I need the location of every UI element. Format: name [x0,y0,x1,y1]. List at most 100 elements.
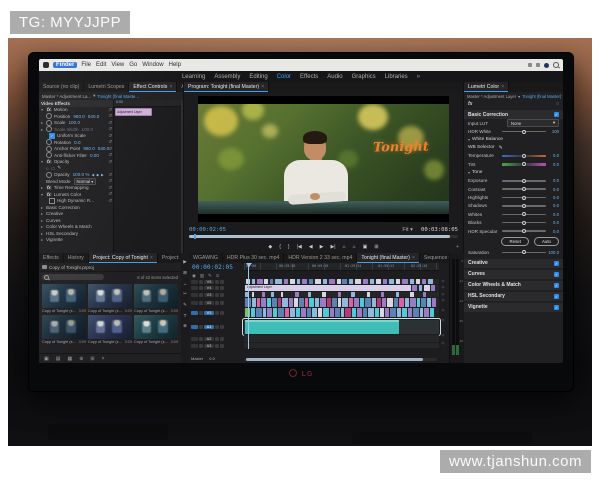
effect-controls-tab[interactable]: Source (no clip) [39,82,84,92]
property-value[interactable]: 0.0 [74,140,80,145]
stopwatch-icon[interactable] [46,146,52,152]
section-checkbox[interactable]: ✓ [554,272,559,277]
project-toolbar-icon[interactable]: ⊞ [90,356,94,362]
lock-icon[interactable] [199,301,203,305]
track-visibility-icon[interactable] [215,286,219,290]
timeline-clip[interactable] [281,292,283,297]
source-patch[interactable] [191,325,198,329]
slider-knob[interactable] [522,196,526,200]
timeline-clip[interactable] [301,308,307,317]
slider-knob[interactable] [522,250,526,254]
sync-lock-icon[interactable] [220,301,224,305]
stopwatch-icon[interactable] [46,152,52,158]
section-checkbox[interactable]: ✓ [554,112,559,117]
track-visibility-icon[interactable] [215,311,219,315]
timeline-clip[interactable] [402,308,407,317]
master-clip-label[interactable]: Master * Adjustment Layer [467,94,516,99]
timeline-clip[interactable] [329,279,335,284]
source-patch[interactable] [191,344,198,348]
timeline-clip[interactable] [278,298,281,307]
reset-icon[interactable]: ↺ [108,198,112,204]
spotlight-search-icon[interactable] [553,62,559,68]
workspace-tab-color[interactable]: Color [277,74,291,80]
timeline-clip[interactable] [251,308,255,317]
timeline-clip[interactable] [342,279,347,284]
master-track[interactable]: Master 0.0 [191,356,215,361]
timeline-clip[interactable] [305,298,308,307]
mute-icon[interactable] [215,325,219,329]
project-tab[interactable]: Effects [39,253,64,263]
section-checkbox[interactable]: ✓ [554,305,559,310]
timeline-clip[interactable] [352,308,356,317]
sync-lock-icon[interactable] [220,286,224,290]
lock-icon[interactable] [199,293,203,297]
property-value[interactable]: 100.0 % [73,172,90,177]
timeline-clip[interactable] [360,298,364,307]
source-patch[interactable] [191,301,198,305]
timeline-clip[interactable] [275,279,282,284]
workspace-tab-assembly[interactable]: Assembly [214,74,240,80]
type-tool-icon[interactable]: T [184,313,187,318]
timeline-clip[interactable] [297,279,300,284]
kf-right-icon[interactable]: ▶ [101,173,104,177]
mute-icon[interactable] [215,337,219,341]
reset-icon[interactable]: ↺ [108,172,112,178]
reset-button[interactable]: Reset [501,237,528,246]
breadcrumb[interactable]: Copy of Tonight.prproj [39,263,181,272]
razor-tool-icon[interactable]: ✂ [183,291,187,297]
reset-icon[interactable]: ↺ [108,139,112,145]
program-scrollbar[interactable] [189,235,458,238]
timeline-clip[interactable] [375,308,379,317]
slider-value[interactable]: 0.0 [546,162,559,167]
timeline-clip[interactable] [252,292,254,297]
track-header-v2[interactable]: V2 [189,298,244,307]
workspace-overflow-icon[interactable]: » [417,74,420,80]
timeline-clip[interactable] [423,292,426,297]
slider-knob[interactable] [522,187,526,191]
close-icon[interactable]: × [412,255,415,261]
ripple-edit-tool-icon[interactable]: ↔ [183,281,188,286]
master-clip-label[interactable]: Master * Adjustment La... [42,94,91,99]
lumetri-section-basic-correction[interactable]: Basic Correction✓ [464,110,563,119]
project-tab[interactable]: Project: HDR Plus 30 s... [158,253,181,263]
sync-lock-icon[interactable] [220,280,224,284]
reset-icon[interactable]: ↺ [108,152,112,158]
clip-thumbnail[interactable] [134,284,178,308]
track-header-v4[interactable]: V4 [189,285,244,291]
clip-thumbnail[interactable] [42,315,86,339]
project-item[interactable]: Copy of Tonight (shot...3:09 [88,315,132,344]
timeline-clip[interactable] [380,308,385,317]
stopwatch-icon[interactable] [46,126,52,132]
source-patch[interactable] [191,311,198,315]
bypass-icon[interactable]: ○ [556,101,559,107]
source-patch[interactable] [191,293,198,297]
timeline-clip[interactable] [278,308,284,317]
timeline-ruler[interactable]: 00:0000:29:2800:59:2601:29:2401:59:2202:… [244,263,439,271]
workspace-tab-editing[interactable]: Editing [249,74,267,80]
lumetri-section-hsl-secondary[interactable]: HSL Secondary✓ [464,292,563,301]
timeline-clip[interactable] [396,279,400,284]
track-badge[interactable]: V3 [204,293,214,297]
kf-add-icon[interactable]: ◆ [96,173,99,177]
timeline-clip[interactable] [368,308,374,317]
slider-track[interactable] [502,163,546,166]
slider-track[interactable] [502,197,546,199]
track-lane-v4[interactable]: Adjustment Layer [244,285,439,291]
timeline-clip[interactable] [363,308,367,317]
timeline-tab[interactable]: WGAWNG [189,253,223,263]
slider-track[interactable] [502,180,546,182]
keyframe-nav-icon[interactable]: ◇ [442,341,445,347]
project-tab[interactable]: History [64,253,89,263]
tone-header[interactable]: ▾Tone [464,169,563,177]
timeline-clip[interactable] [267,298,271,307]
lock-icon[interactable] [199,325,203,329]
keyframe-nav-icon[interactable]: ◇ [442,285,445,292]
track-badge[interactable]: V4 [204,286,214,290]
track-lane-v2[interactable] [244,298,439,307]
timeline-clip[interactable] [252,279,255,284]
timeline-clip[interactable] [376,279,382,284]
timeline-clip[interactable] [271,292,274,297]
timeline-clip[interactable] [381,292,385,297]
timeline-clip[interactable] [424,308,429,317]
timeline-clip[interactable] [354,298,359,307]
